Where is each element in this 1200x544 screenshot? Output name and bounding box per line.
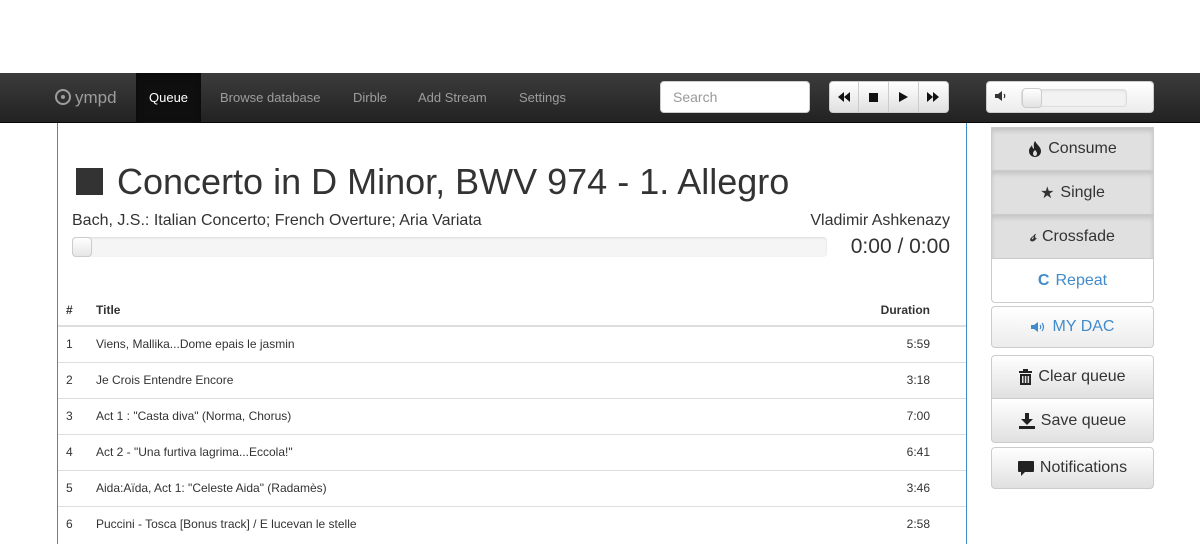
previous-button[interactable]	[829, 81, 859, 113]
track-title: Je Crois Entendre Encore	[88, 361, 745, 398]
track-number: 2	[58, 361, 88, 398]
consume-button[interactable]: Consume	[991, 127, 1154, 171]
track-number: 5	[58, 469, 88, 506]
trash-icon	[1019, 369, 1033, 385]
track-duration: 7:00	[744, 397, 966, 434]
track-number: 1	[58, 325, 88, 362]
track-title: Act 1 : "Casta diva" (Norma, Chorus)	[88, 397, 745, 434]
repeat-label: Repeat	[1055, 271, 1108, 289]
queue-table: # Title Duration 1 Viens, Mallika...Dome…	[58, 295, 966, 542]
track-duration: 3:18	[744, 361, 966, 398]
star-icon: ★	[1040, 184, 1055, 202]
stop-button[interactable]	[859, 81, 889, 113]
stop-icon	[76, 168, 103, 195]
song-title-text: Concerto in D Minor, BWV 974 - 1. Allegr…	[117, 161, 790, 202]
ympd-logo-icon	[55, 89, 71, 105]
consume-label: Consume	[1048, 140, 1117, 157]
track-title: Viens, Mallika...Dome epais le jasmin	[88, 325, 745, 362]
repeat-button[interactable]: C Repeat	[991, 259, 1154, 303]
track-duration: 3:46	[744, 469, 966, 506]
table-row[interactable]: 1 Viens, Mallika...Dome epais le jasmin …	[58, 325, 966, 362]
stop-icon	[869, 92, 878, 102]
volume-slider[interactable]	[1021, 88, 1127, 108]
output-label: MY DAC	[1052, 318, 1115, 335]
brand[interactable]: ympd	[55, 73, 117, 123]
crossfade-button[interactable]: 𝓈 Crossfade	[991, 215, 1154, 259]
track-duration: 6:41	[744, 433, 966, 470]
clear-queue-button[interactable]: Clear queue	[991, 355, 1154, 399]
clear-queue-label: Clear queue	[1038, 368, 1126, 385]
repeat-icon: C	[1037, 271, 1050, 289]
table-header-row: # Title Duration	[58, 295, 966, 327]
search-input[interactable]	[660, 81, 810, 113]
volume-up-icon	[1030, 322, 1044, 332]
volume-icon	[995, 91, 1006, 101]
table-row[interactable]: 6 Puccini - Tosca [Bonus track] / E luce…	[58, 505, 966, 542]
tab-dirble[interactable]: Dirble	[340, 73, 400, 123]
track-title: Aida:Aïda, Act 1: "Celeste Aida" (Radamè…	[88, 469, 745, 506]
volume-slider-handle[interactable]	[1022, 88, 1042, 108]
now-playing-album: Bach, J.S.: Italian Concerto; French Ove…	[72, 212, 482, 229]
download-icon	[1018, 412, 1035, 429]
output-button[interactable]: MY DAC	[991, 306, 1154, 348]
tab-browse-database[interactable]: Browse database	[207, 73, 333, 123]
track-duration: 5:59	[744, 325, 966, 362]
single-label: Single	[1060, 183, 1105, 201]
track-title: Act 2 - "Una furtiva lagrima...Eccola!"	[88, 433, 745, 470]
playback-mode-group: Consume ★ Single 𝓈 Crossfade C Repeat	[991, 127, 1154, 303]
output-group: MY DAC	[991, 306, 1154, 348]
column-header-title: Title	[88, 295, 745, 327]
fire-icon	[1029, 141, 1042, 157]
tab-add-stream[interactable]: Add Stream	[405, 73, 500, 123]
comment-icon	[1017, 460, 1034, 476]
next-icon	[927, 92, 939, 102]
volume-control	[986, 81, 1154, 113]
crossfade-label: Crossfade	[1041, 227, 1115, 245]
top-navbar: ympd Queue Browse database Dirble Add St…	[0, 73, 1200, 123]
playback-controls	[829, 81, 949, 113]
notifications-group: Notifications	[991, 447, 1154, 489]
link-icon: 𝓈	[1030, 227, 1036, 245]
now-playing-title: Concerto in D Minor, BWV 974 - 1. Allegr…	[76, 161, 789, 203]
brand-label: ympd	[75, 88, 117, 107]
track-duration: 2:58	[744, 505, 966, 542]
tab-queue[interactable]: Queue	[136, 73, 202, 123]
column-header-number: #	[58, 295, 88, 327]
next-button[interactable]	[919, 81, 949, 113]
progress-handle[interactable]	[72, 237, 92, 257]
prev-icon	[837, 92, 850, 102]
track-number: 6	[58, 505, 88, 542]
queue-panel: Concerto in D Minor, BWV 974 - 1. Allegr…	[57, 123, 967, 544]
notifications-label: Notifications	[1039, 459, 1128, 476]
progress-bar[interactable]	[72, 237, 827, 257]
track-number: 4	[58, 433, 88, 470]
save-queue-label: Save queue	[1040, 411, 1127, 429]
track-title: Puccini - Tosca [Bonus track] / E luceva…	[88, 505, 745, 542]
tab-settings[interactable]: Settings	[506, 73, 579, 123]
play-icon	[899, 92, 908, 102]
table-row[interactable]: 3 Act 1 : "Casta diva" (Norma, Chorus) 7…	[58, 397, 966, 434]
single-button[interactable]: ★ Single	[991, 171, 1154, 215]
table-row[interactable]: 2 Je Crois Entendre Encore 3:18	[58, 361, 966, 398]
track-number: 3	[58, 397, 88, 434]
table-row[interactable]: 5 Aida:Aïda, Act 1: "Celeste Aida" (Rada…	[58, 469, 966, 506]
now-playing-artist: Vladimir Ashkenazy	[810, 212, 950, 229]
elapsed-time: 0:00 / 0:00	[850, 235, 950, 258]
queue-actions-group: Clear queue Save queue	[991, 355, 1154, 443]
table-row[interactable]: 4 Act 2 - "Una furtiva lagrima...Eccola!…	[58, 433, 966, 470]
column-header-duration: Duration	[744, 295, 966, 327]
play-button[interactable]	[889, 81, 919, 113]
notifications-button[interactable]: Notifications	[991, 447, 1154, 489]
save-queue-button[interactable]: Save queue	[991, 399, 1154, 443]
